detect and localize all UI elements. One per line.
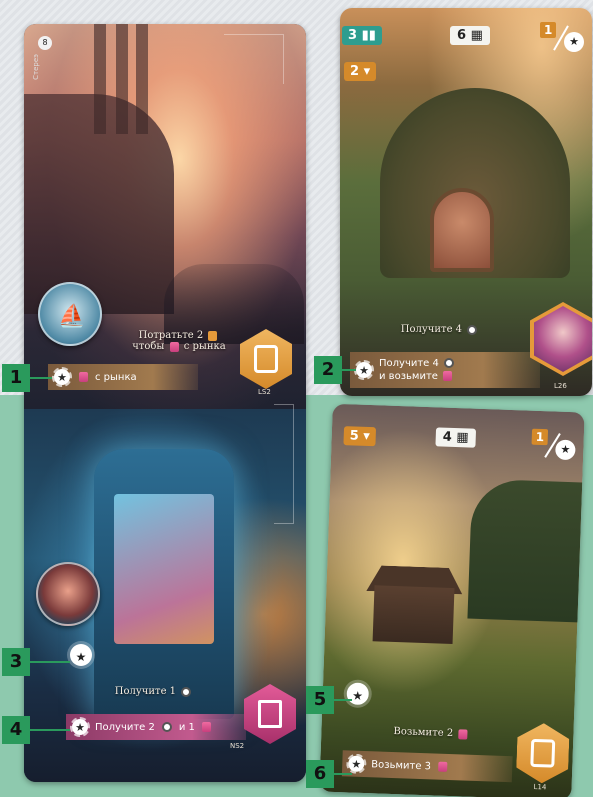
cost-slash-badge: 1 ★: [531, 428, 576, 461]
callout-line: [334, 699, 352, 701]
card-pink-icon: [437, 761, 448, 772]
star-coin-icon: ★: [354, 360, 374, 380]
callout-4: 4: [2, 716, 30, 744]
star-coin-icon: ★: [346, 682, 370, 706]
cost-slash-badge: 1 ★: [540, 22, 584, 52]
resource-orange-icon: [208, 330, 218, 341]
bottom-action-bar[interactable]: ★ Получите 2 и 1: [66, 714, 246, 740]
callout-line: [30, 377, 52, 379]
card-steamship-vending[interactable]: 8 Стереэ ⛵ Потратьте 2 чтобы с рынка ★ с…: [24, 24, 306, 782]
white-stat-badge: 6 ▦: [450, 26, 490, 45]
person-card-icon: [254, 345, 278, 373]
callout-5: 5: [306, 686, 334, 714]
paper-boat-icon: ⛵: [58, 304, 86, 329]
coin-icon: [181, 686, 192, 697]
frame-decoration: [274, 404, 294, 524]
smokestack: [94, 24, 106, 134]
effect-text: Возьмите 2: [371, 725, 491, 740]
smokestack: [116, 24, 128, 134]
play-card-icon: [258, 700, 282, 728]
card-pink-icon: [169, 341, 179, 352]
star-coin-icon: ★: [70, 644, 92, 666]
card-hobbit-house[interactable]: 3 ▮▮ 6 ▦ 2 ▾ 1 ★ Получите 4 ★ Получите 4…: [340, 8, 592, 396]
callout-3: 3: [2, 648, 30, 676]
woman-portrait: [534, 306, 592, 372]
smokestack: [136, 24, 148, 134]
star-coin-icon: ★: [345, 753, 367, 775]
callout-2: 2: [314, 356, 342, 384]
callout-line: [334, 773, 352, 775]
orange-stat-badge: 5 ▾: [343, 426, 377, 447]
effect-text: Получите 4: [380, 324, 500, 335]
star-coin-icon: ★: [70, 717, 90, 737]
card-code: NS2: [230, 742, 245, 750]
card-pink-icon: [79, 372, 88, 382]
star-coin-icon: ★: [564, 32, 584, 52]
star-coin-icon: ★: [52, 367, 72, 387]
person-card-icon: [530, 739, 555, 768]
card-code: L26: [554, 382, 567, 390]
action-bar[interactable]: ★ Возьмите 3: [341, 750, 513, 783]
gem-pink-icon: [201, 722, 211, 732]
top-action-bar[interactable]: ★ с рынка: [48, 364, 198, 390]
callout-6: 6: [306, 760, 334, 788]
top-effect-text: Потратьте 2 чтобы с рынка: [132, 330, 226, 352]
vending-screen: [114, 494, 214, 644]
coin-icon: [444, 358, 455, 368]
coin-icon: [161, 722, 172, 732]
corner-number: 8: [38, 36, 52, 50]
card-pink-icon: [458, 728, 468, 740]
white-stat-badge: 4 ▦: [435, 427, 476, 448]
hex-orange-badge: [516, 722, 570, 784]
star-coin-icon: ★: [555, 439, 576, 461]
callout-1: 1: [2, 364, 30, 392]
card-code: L14: [533, 782, 547, 792]
apple-circle: [36, 562, 100, 626]
frame-decoration: [224, 34, 284, 84]
round-door: [430, 188, 494, 272]
forest-trees: [467, 478, 583, 623]
teal-stat-badge: 3 ▮▮: [342, 26, 382, 45]
boat-circle: ⛵: [38, 282, 102, 346]
card-code: LS2: [258, 388, 271, 396]
callout-line: [30, 729, 70, 731]
card-pink-icon: [443, 371, 453, 381]
top-action-text: с рынка: [95, 371, 137, 383]
barn: [372, 585, 455, 645]
card-barn-meadow[interactable]: 5 ▾ 4 ▦ 1 ★ ★ Возьмите 2 ★ Возьмите 3 L1…: [319, 403, 585, 797]
side-label: Стереэ: [32, 54, 40, 80]
action-bar[interactable]: ★ Получите 4 и возьмите: [350, 352, 540, 388]
bottom-effect-text: Получите 1: [94, 686, 214, 697]
coin-icon: [467, 324, 478, 335]
callout-line: [30, 661, 70, 663]
callout-line: [342, 369, 356, 371]
orange-stat-badge: 2 ▾: [344, 62, 377, 81]
